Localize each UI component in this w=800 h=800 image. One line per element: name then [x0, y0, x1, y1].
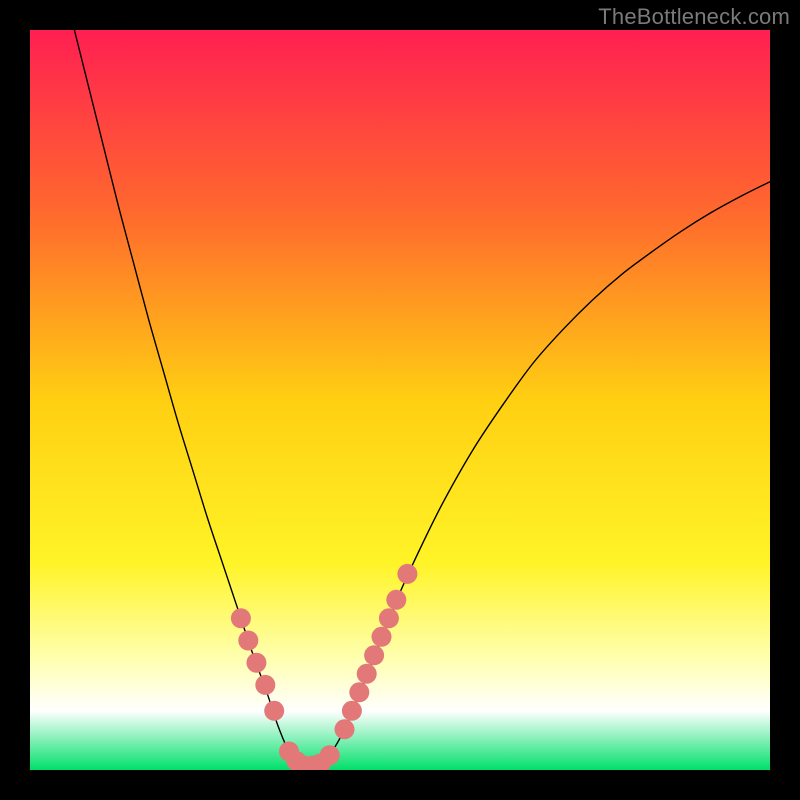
bottleneck-chart: [30, 30, 770, 770]
highlight-marker: [364, 645, 384, 665]
highlight-marker: [231, 608, 251, 628]
highlight-marker: [320, 745, 340, 765]
chart-background: [30, 30, 770, 770]
highlight-marker: [372, 627, 392, 647]
highlight-marker: [335, 719, 355, 739]
highlight-marker: [397, 564, 417, 584]
highlight-marker: [342, 701, 362, 721]
highlight-marker: [246, 653, 266, 673]
highlight-marker: [255, 675, 275, 695]
highlight-marker: [357, 664, 377, 684]
highlight-marker: [264, 701, 284, 721]
highlight-marker: [349, 682, 369, 702]
chart-frame: TheBottleneck.com: [0, 0, 800, 800]
highlight-marker: [238, 631, 258, 651]
highlight-marker: [379, 608, 399, 628]
watermark-text: TheBottleneck.com: [598, 4, 790, 30]
highlight-marker: [386, 590, 406, 610]
